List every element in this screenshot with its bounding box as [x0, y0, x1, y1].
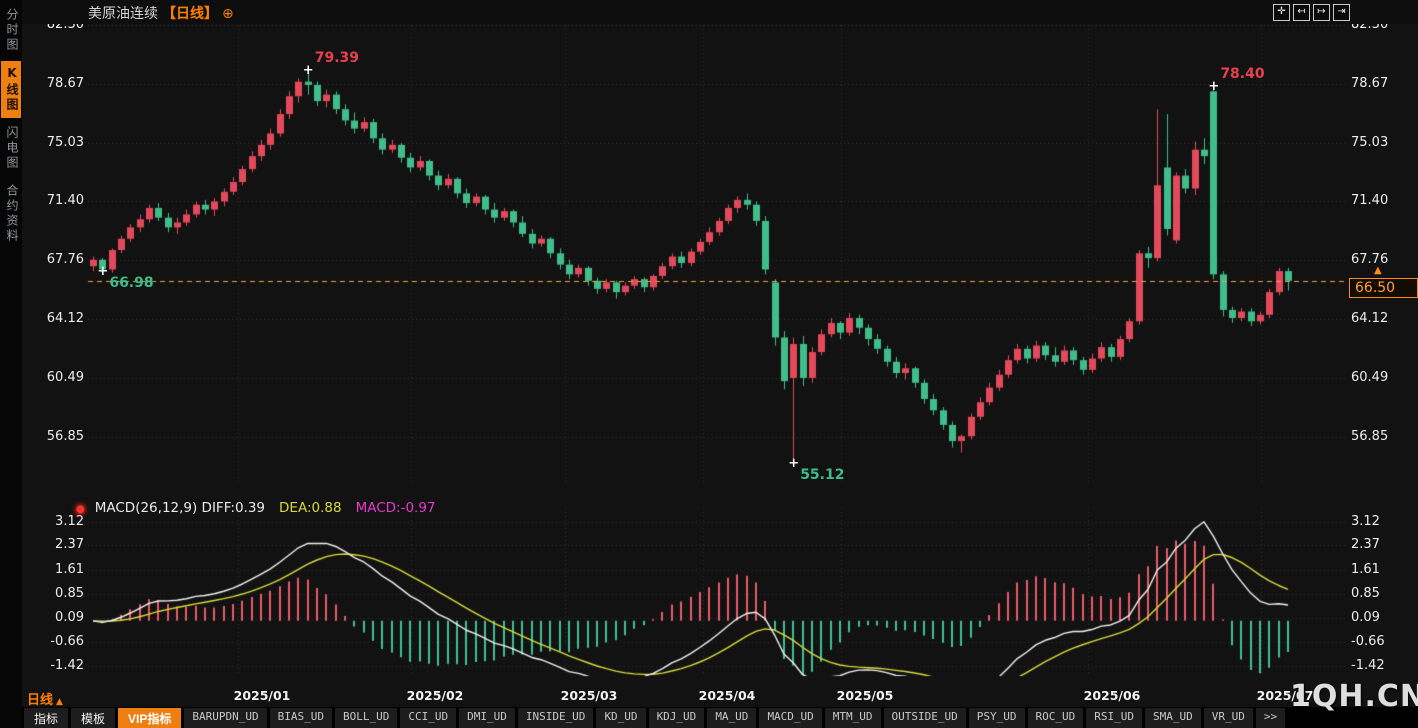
high-price-annotation: 78.40 — [1220, 66, 1264, 82]
macd-axis-tick-right: 2.37 — [1351, 537, 1415, 553]
price-axis-tick-right: 56.85 — [1351, 429, 1415, 445]
toolbar-button-RSI_UD[interactable]: RSI_UD — [1086, 708, 1142, 728]
toolbar-button-指标[interactable]: 指标 — [24, 708, 68, 728]
crosshair-icon[interactable]: ✛ — [1273, 4, 1290, 21]
period-selector-arrow-icon: ▲ — [56, 697, 63, 707]
macd-alert-icon[interactable]: ● — [76, 504, 85, 515]
toolbar-button-MTM_UD[interactable]: MTM_UD — [825, 708, 881, 728]
xaxis-month-label: 2025/02 — [407, 688, 464, 703]
price-axis-tick-left: 71.40 — [24, 193, 84, 209]
sidebar-tab-K线图[interactable]: K线图 — [1, 61, 21, 118]
price-axis-tick-left: 67.76 — [24, 252, 84, 268]
toolbar-button-BOLL_UD[interactable]: BOLL_UD — [335, 708, 397, 728]
macd-axis-tick-left: 0.85 — [24, 586, 84, 602]
trading-app-window: 美原油连续【日线】⊕ ✛↤↦⇥ 分时图K线图闪电图合约资料 82.3082.30… — [0, 0, 1418, 728]
toolbar-button-VIP指标[interactable]: VIP指标 — [118, 708, 181, 728]
xaxis-month-label: 2025/05 — [837, 688, 894, 703]
macd-dea-label: DEA:0.88 — [279, 500, 342, 516]
topbar: 美原油连续【日线】⊕ ✛↤↦⇥ — [0, 0, 1418, 24]
macd-axis-tick-right: -1.42 — [1351, 658, 1415, 674]
toolbar-button-DMI_UD[interactable]: DMI_UD — [459, 708, 515, 728]
macd-axis-tick-right: 3.12 — [1351, 514, 1415, 530]
price-axis-tick-right: 78.67 — [1351, 76, 1415, 92]
toolbar-button-INSIDE_UD[interactable]: INSIDE_UD — [518, 708, 594, 728]
toolbar-button-模板[interactable]: 模板 — [71, 708, 115, 728]
xaxis-month-label: 2025/06 — [1084, 688, 1141, 703]
sidebar-tab-合约资料[interactable]: 合约资料 — [1, 179, 21, 249]
price-axis-tick-right: 60.49 — [1351, 370, 1415, 386]
sidebar: 分时图 K线图闪电图合约资料 — [0, 0, 22, 728]
period-tag[interactable]: 【日线】 — [162, 6, 218, 22]
sidebar-tab-分时图[interactable]: 分时图 — [1, 3, 21, 58]
period-selector-label: 日线 — [27, 693, 53, 708]
macd-axis-tick-right: 1.61 — [1351, 562, 1415, 578]
toolbar-button-MA_UD[interactable]: MA_UD — [707, 708, 756, 728]
add-overlay-icon[interactable]: ⊕ — [222, 6, 234, 22]
watermark: 1QH.CN — [1290, 679, 1418, 714]
bottom-toolbar-strip: 指标模板VIP指标BARUPDN_UDBIAS_UDBOLL_UDCCI_UDD… — [22, 707, 1418, 728]
macd-axis-tick-right: 0.09 — [1351, 610, 1415, 626]
indicator-toolbar: 指标模板VIP指标BARUPDN_UDBIAS_UDBOLL_UDCCI_UDD… — [24, 708, 1285, 728]
high-price-annotation: 79.39 — [315, 50, 359, 66]
price-axis-tick-right: 64.12 — [1351, 311, 1415, 327]
extreme-marker-cross: + — [303, 63, 314, 78]
toolbar-button-PSY_UD[interactable]: PSY_UD — [969, 708, 1025, 728]
price-axis-tick-right: 75.03 — [1351, 135, 1415, 151]
toolbar-button-MACD_UD[interactable]: MACD_UD — [759, 708, 821, 728]
xaxis-month-label: 2025/04 — [699, 688, 756, 703]
toolbar-button-OUTSIDE_UD[interactable]: OUTSIDE_UD — [884, 708, 966, 728]
price-axis-tick-left: 56.85 — [24, 429, 84, 445]
macd-axis-tick-left: 3.12 — [24, 514, 84, 530]
toolbar-button-BARUPDN_UD[interactable]: BARUPDN_UD — [184, 708, 266, 728]
extreme-marker-cross: + — [97, 264, 108, 279]
toolbar-button-KDJ_UD[interactable]: KDJ_UD — [649, 708, 705, 728]
last-price-arrow-icon: ▲ — [1374, 265, 1382, 276]
macd-axis-tick-left: 0.09 — [24, 610, 84, 626]
instrument-title: 美原油连续 — [88, 6, 158, 22]
extreme-marker-cross: + — [788, 456, 799, 471]
toolbar-button->>[interactable]: >> — [1256, 708, 1285, 728]
compress-axis-right-icon[interactable]: ↦ — [1313, 4, 1330, 21]
shift-axis-right-icon[interactable]: ⇥ — [1333, 4, 1350, 21]
price-axis-tick-left: 78.67 — [24, 76, 84, 92]
sidebar-tab-闪电图[interactable]: 闪电图 — [1, 121, 21, 176]
price-axis-tick-left: 60.49 — [24, 370, 84, 386]
toolbar-button-SMA_UD[interactable]: SMA_UD — [1145, 708, 1201, 728]
extreme-marker-cross: + — [1208, 79, 1219, 94]
macd-axis-tick-left: -0.66 — [24, 634, 84, 650]
period-selector[interactable]: 日线▲ — [27, 689, 63, 708]
macd-axis-tick-right: 0.85 — [1351, 586, 1415, 602]
macd-header: ● MACD(26,12,9) DIFF:0.39 DEA:0.88 MACD:-0.… — [76, 500, 436, 516]
macd-formula-label: MACD(26,12,9) DIFF:0.39 — [95, 500, 265, 516]
macd-value-label: MACD:-0.97 — [356, 500, 436, 516]
xaxis-month-label: 2025/03 — [561, 688, 618, 703]
compress-axis-left-icon[interactable]: ↤ — [1293, 4, 1310, 21]
toolbar-button-CCI_UD[interactable]: CCI_UD — [400, 708, 456, 728]
chart-title-group: 美原油连续【日线】⊕ — [88, 3, 234, 23]
macd-axis-tick-left: 1.61 — [24, 562, 84, 578]
xaxis-month-label: 2025/01 — [234, 688, 291, 703]
price-axis-tick-left: 64.12 — [24, 311, 84, 327]
macd-axis-tick-left: -1.42 — [24, 658, 84, 674]
last-price-tag: 66.50 — [1349, 278, 1418, 298]
toolbar-button-ROC_UD[interactable]: ROC_UD — [1028, 708, 1084, 728]
toolbar-button-BIAS_UD[interactable]: BIAS_UD — [270, 708, 332, 728]
price-axis-tick-right: 67.76 — [1351, 252, 1415, 268]
low-price-annotation: 66.98 — [109, 275, 153, 291]
chart-canvas[interactable] — [0, 0, 1418, 728]
low-price-annotation: 55.12 — [800, 467, 844, 483]
price-axis-tick-left: 75.03 — [24, 135, 84, 151]
macd-axis-tick-left: 2.37 — [24, 537, 84, 553]
macd-axis-tick-right: -0.66 — [1351, 634, 1415, 650]
toolbar-button-VR_UD[interactable]: VR_UD — [1204, 708, 1253, 728]
chart-tool-icons: ✛↤↦⇥ — [1273, 4, 1350, 21]
toolbar-button-KD_UD[interactable]: KD_UD — [596, 708, 645, 728]
price-axis-tick-right: 71.40 — [1351, 193, 1415, 209]
